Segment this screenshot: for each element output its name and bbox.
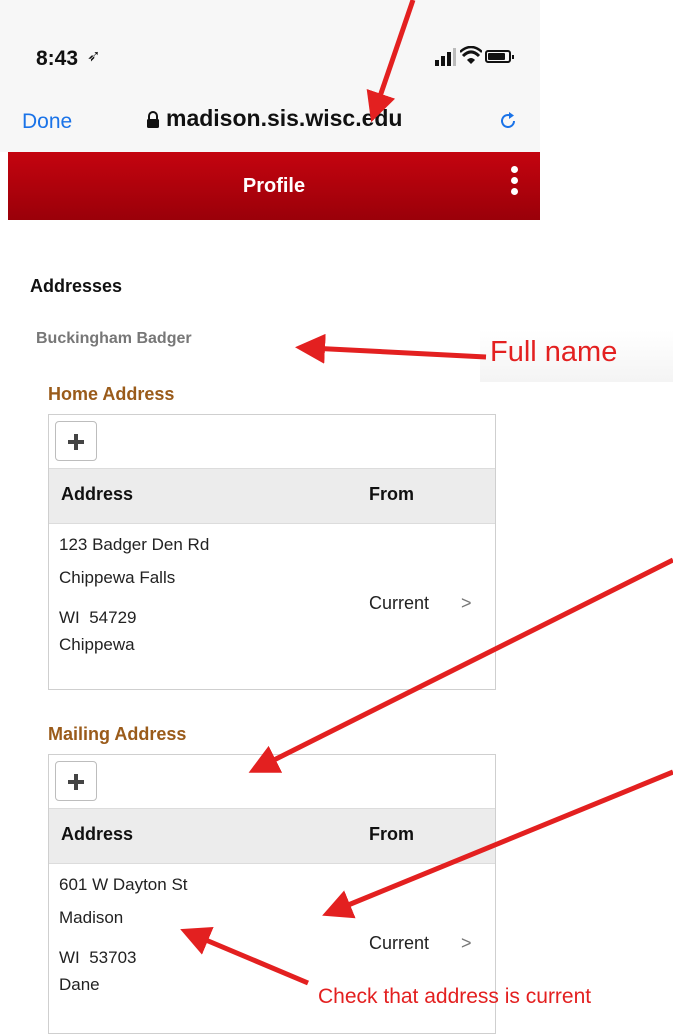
full-name: Buckingham Badger [36,330,192,347]
address-line-county: Dane [59,975,100,994]
annotation-full-name: Full name [490,336,618,368]
table-header: Address From [49,808,495,864]
battery-icon [485,50,514,63]
add-home-address-button[interactable] [55,421,97,461]
column-header-from: From [369,484,414,504]
column-header-from: From [369,824,414,844]
reload-icon[interactable] [498,111,518,131]
column-header-address: Address [61,484,134,504]
status-time: 8:43 [36,47,79,70]
home-address-grid: Address From 123 Badger Den Rd Chippewa … [48,414,496,690]
signal-icon [435,48,456,66]
address-line-county: Chippewa [59,635,135,654]
status-bar [0,0,540,92]
section-heading: Addresses [30,276,123,296]
address-status: Current [369,933,430,953]
add-mailing-address-button[interactable] [55,761,97,801]
address-status: Current [369,593,430,613]
address-line-city: Chippewa Falls [59,568,176,587]
lock-icon [147,111,159,128]
page-title: Profile [242,175,306,197]
arrow-to-full-name [295,333,487,364]
url-text[interactable]: madison.sis.wisc.edu [166,105,402,132]
address-line-state-zip: WI 53703 [59,948,137,967]
address-line-street: 601 W Dayton St [59,875,188,894]
chevron-right-icon[interactable]: > [461,593,472,614]
chevron-right-icon[interactable]: > [461,933,472,954]
address-line-city: Madison [59,908,124,927]
table-header: Address From [49,468,495,524]
location-arrow-icon: ➶ [87,48,101,65]
mailing-address-label: Mailing Address [48,724,187,744]
column-header-address: Address [61,824,134,844]
table-row[interactable]: 123 Badger Den Rd Chippewa Falls WI 5472… [49,523,495,683]
annotation-current: Check that address is current [318,985,592,1008]
wifi-icon [460,46,482,64]
kebab-menu-icon[interactable] [507,166,521,206]
address-line-street: 123 Badger Den Rd [59,535,210,554]
home-address-label: Home Address [48,384,175,404]
address-line-state-zip: WI 54729 [59,608,137,627]
done-button[interactable]: Done [22,110,72,134]
